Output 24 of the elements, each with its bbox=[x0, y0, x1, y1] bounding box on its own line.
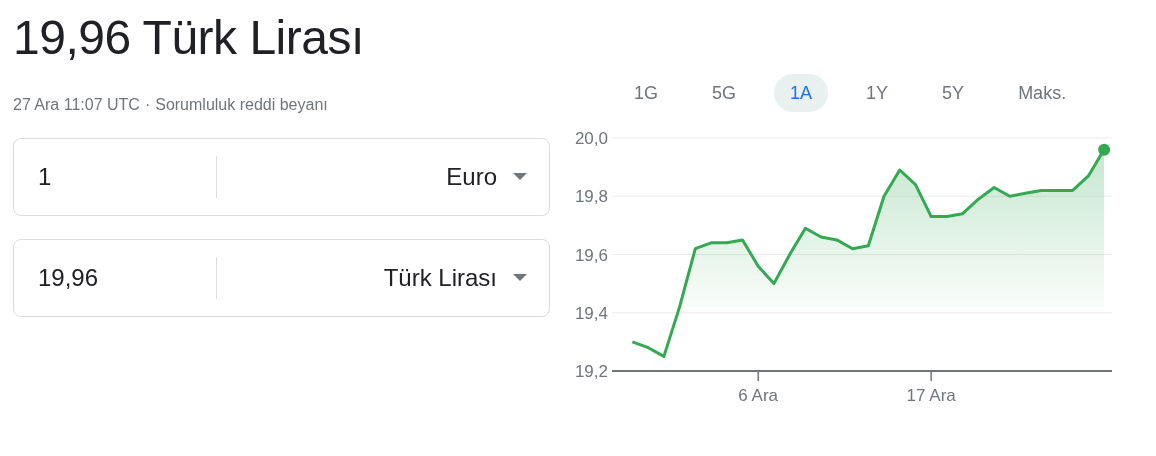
y-axis-label: 19,8 bbox=[574, 187, 608, 207]
current-price-dot bbox=[1098, 143, 1111, 156]
caret-icon bbox=[513, 173, 527, 181]
y-axis-label: 19,4 bbox=[574, 303, 608, 323]
exchange-rate-title: 19,96 Türk Lirası bbox=[13, 10, 365, 66]
range-tab[interactable]: 5Y bbox=[926, 74, 981, 112]
range-tab[interactable]: Maks. bbox=[1002, 74, 1083, 112]
range-tab[interactable]: 1A bbox=[774, 74, 829, 112]
x-axis-label: 17 Ara bbox=[906, 386, 956, 405]
disclaimer-link[interactable]: Sorumluluk reddi beyanı bbox=[155, 96, 328, 114]
range-tab[interactable]: 1G bbox=[618, 74, 674, 112]
currency-dropdown[interactable]: Euro bbox=[217, 163, 549, 191]
range-tab[interactable]: 5G bbox=[696, 74, 753, 112]
currency-dropdown[interactable]: Türk Lirası bbox=[217, 264, 549, 292]
x-axis-label: 6 Ara bbox=[738, 386, 779, 405]
timestamp: 27 Ara 11:07 UTC bbox=[13, 96, 140, 114]
range-tab[interactable]: 1Y bbox=[850, 74, 905, 112]
amount-input[interactable]: 1 bbox=[14, 163, 216, 191]
caret-icon bbox=[513, 274, 527, 282]
amount-input[interactable]: 19,96 bbox=[14, 264, 216, 292]
y-axis-label: 19,2 bbox=[574, 362, 608, 381]
separator: · bbox=[144, 96, 151, 114]
y-axis-label: 20,0 bbox=[574, 129, 608, 148]
y-axis-label: 19,6 bbox=[574, 245, 608, 265]
